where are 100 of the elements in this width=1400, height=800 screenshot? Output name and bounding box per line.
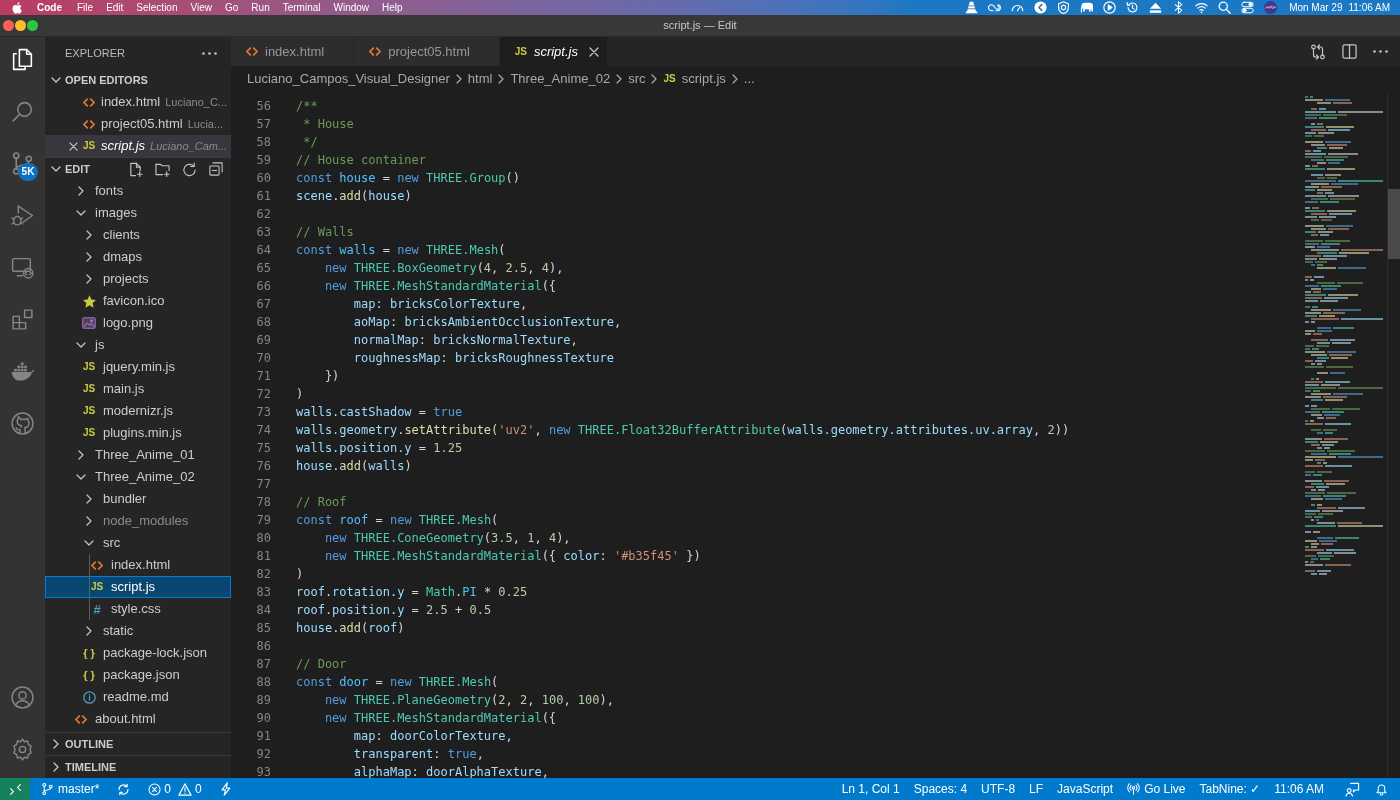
- chevron-right-icon[interactable]: [86, 230, 92, 240]
- chevron-down-icon[interactable]: [76, 474, 86, 480]
- more-icon[interactable]: [202, 51, 217, 55]
- play-icon[interactable]: [1103, 1, 1117, 14]
- orb-icon[interactable]: [1264, 1, 1278, 14]
- tree-item[interactable]: JS plugins.min.js: [45, 422, 231, 444]
- search-icon[interactable]: [1218, 1, 1232, 14]
- tree-item[interactable]: about.html: [45, 708, 231, 730]
- files-icon[interactable]: [10, 46, 35, 72]
- close-window-button[interactable]: [3, 20, 14, 31]
- editor-tab[interactable]: JS script.js: [499, 37, 608, 66]
- menu-item[interactable]: View: [190, 2, 212, 13]
- tree-item[interactable]: favicon.ico: [45, 290, 231, 312]
- chevron-right-icon[interactable]: [53, 762, 59, 772]
- refresh-icon[interactable]: [182, 161, 197, 177]
- open-editor-item[interactable]: JS script.js Luciano_Cam...: [45, 135, 231, 157]
- date-text[interactable]: Mon Mar 29: [1289, 2, 1343, 13]
- breadcrumb-item[interactable]: JS script.js: [663, 69, 726, 89]
- close-icon[interactable]: [68, 141, 78, 151]
- editor-tab[interactable]: project05.html: [354, 37, 500, 66]
- feedback-icon[interactable]: [1345, 781, 1360, 797]
- menu-item[interactable]: Run: [251, 2, 270, 13]
- chevron-down-icon[interactable]: [51, 166, 61, 172]
- tree-item[interactable]: { } package.json: [45, 664, 231, 686]
- folder-item[interactable]: static: [45, 620, 231, 642]
- apple-icon[interactable]: [12, 1, 22, 14]
- settings-icon[interactable]: [10, 736, 35, 762]
- bolt-icon[interactable]: [219, 782, 231, 796]
- elephant-icon[interactable]: [1080, 1, 1094, 14]
- folder-item[interactable]: projects: [45, 268, 231, 290]
- app-menu[interactable]: Code: [37, 2, 62, 13]
- minimize-window-button[interactable]: [15, 20, 26, 31]
- extension-status[interactable]: TabNine: ✓: [1192, 778, 1268, 800]
- menu-item[interactable]: Edit: [106, 2, 124, 13]
- new-file-icon[interactable]: [128, 161, 143, 177]
- breadcrumb-item[interactable]: Luciano_Campos_Visual_Designer: [247, 69, 450, 89]
- eject-icon[interactable]: [1149, 1, 1163, 14]
- tree-item[interactable]: { } package-lock.json: [45, 642, 231, 664]
- tree-item[interactable]: logo.png: [45, 312, 231, 334]
- indentation-status[interactable]: Spaces: 4: [906, 778, 975, 800]
- chevron-right-icon[interactable]: [53, 739, 59, 749]
- scrollbar-thumb[interactable]: [1388, 189, 1400, 259]
- tree-item[interactable]: index.html: [45, 554, 231, 576]
- wifi-icon[interactable]: [1195, 1, 1209, 14]
- folder-item[interactable]: dmaps: [45, 246, 231, 268]
- editor-tab[interactable]: index.html: [231, 37, 355, 66]
- compare-changes-icon[interactable]: [1310, 43, 1326, 60]
- section-header[interactable]: EDIT: [45, 158, 128, 180]
- shield-icon[interactable]: [1057, 1, 1071, 14]
- folder-item[interactable]: images: [45, 202, 231, 224]
- remote-icon[interactable]: [8, 782, 22, 796]
- menu-item[interactable]: Window: [333, 2, 370, 13]
- folder-item[interactable]: bundler: [45, 488, 231, 510]
- chevron-down-icon[interactable]: [51, 77, 61, 83]
- bell-icon[interactable]: [1375, 782, 1388, 796]
- arrow-circle-icon[interactable]: [1034, 1, 1048, 14]
- broadcast-icon[interactable]: [1127, 782, 1141, 796]
- account-icon[interactable]: [10, 684, 35, 710]
- open-editor-item[interactable]: project05.html Lucia...: [45, 113, 231, 135]
- menu-item[interactable]: Selection: [136, 2, 178, 13]
- folder-item[interactable]: src: [45, 532, 231, 554]
- sync-icon[interactable]: [117, 782, 131, 796]
- language-mode[interactable]: JavaScript: [1050, 778, 1121, 800]
- encoding-status[interactable]: UTF-8: [974, 778, 1023, 800]
- remote-button[interactable]: [0, 778, 30, 800]
- section-header[interactable]: TIMELINE: [45, 756, 223, 778]
- new-folder-icon[interactable]: [155, 161, 170, 177]
- folder-item[interactable]: node_modules: [45, 510, 231, 532]
- folder-item[interactable]: js: [45, 334, 231, 356]
- warning-count[interactable]: 0: [195, 780, 202, 798]
- breadcrumb-item[interactable]: src: [628, 69, 646, 89]
- tree-item[interactable]: JS main.js: [45, 378, 231, 400]
- error-count[interactable]: 0: [164, 780, 172, 798]
- section-header[interactable]: OPEN EDITORS: [45, 69, 223, 91]
- go-live-button[interactable]: Go Live: [1120, 778, 1193, 800]
- branch-icon[interactable]: [41, 782, 54, 796]
- menu-item[interactable]: File: [77, 2, 94, 13]
- clock-status[interactable]: 11:06 AM: [1267, 778, 1331, 800]
- chevron-right-icon[interactable]: [86, 274, 92, 284]
- menu-item[interactable]: Go: [225, 2, 239, 13]
- cursor-position[interactable]: Ln 1, Col 1: [834, 778, 907, 800]
- chevron-right-icon[interactable]: [86, 252, 92, 262]
- extensions-icon[interactable]: [10, 306, 35, 332]
- menu-item[interactable]: Terminal: [282, 2, 321, 13]
- chevron-down-icon[interactable]: [84, 540, 94, 546]
- clock-text[interactable]: 11:06 AM: [1348, 2, 1390, 13]
- line-ending-status[interactable]: LF: [1022, 778, 1051, 800]
- tree-item[interactable]: JS modernizr.js: [45, 400, 231, 422]
- warning-icon[interactable]: [178, 782, 193, 796]
- cat-icon[interactable]: [10, 410, 35, 436]
- chevron-right-icon[interactable]: [86, 516, 92, 526]
- breadcrumb-item[interactable]: ...: [743, 69, 755, 89]
- chevron-right-icon[interactable]: [78, 450, 84, 460]
- chevron-right-icon[interactable]: [86, 626, 92, 636]
- history-icon[interactable]: [1126, 1, 1140, 14]
- loops-icon[interactable]: [988, 1, 1002, 14]
- open-editor-item[interactable]: index.html Luciano_C...: [45, 91, 231, 113]
- folder-item[interactable]: Three_Anime_01: [45, 444, 231, 466]
- branch-button[interactable]: master*: [39, 778, 102, 800]
- chevron-right-icon[interactable]: [78, 186, 84, 196]
